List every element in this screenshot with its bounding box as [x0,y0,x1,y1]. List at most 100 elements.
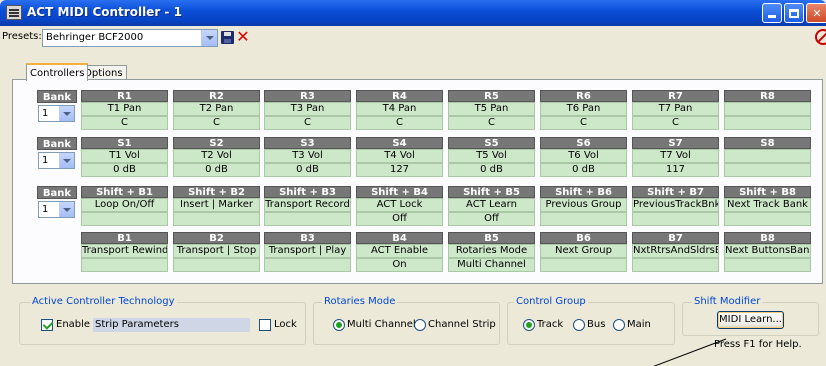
controller-cell[interactable]: B5 Rotaries Mode Multi Channel [448,232,535,272]
controller-cell[interactable]: S2 T2 Vol 0 dB [173,137,260,177]
enable-checkbox[interactable] [41,319,53,331]
controller-assignment[interactable]: T5 Vol [448,149,535,163]
midi-learn-button[interactable]: MIDI Learn... [717,311,784,329]
controller-assignment[interactable]: Loop On/Off [81,198,168,212]
controller-assignment[interactable] [724,102,811,116]
controller-assignment[interactable]: Transport | Play [264,244,351,258]
controller-assignment[interactable]: T6 Pan [540,102,627,116]
bus-radio[interactable] [573,319,585,331]
lock-checkbox[interactable] [259,319,271,331]
disable-icon[interactable] [815,29,826,45]
controller-cell[interactable]: S1 T1 Vol 0 dB [81,137,168,177]
controller-assignment[interactable]: T2 Vol [173,149,260,163]
controller-assignment[interactable]: T7 Vol [632,149,719,163]
controller-cell[interactable]: B7 NxtRtrsAndSldrsB [632,232,719,272]
bank-select[interactable]: 1 [38,152,75,169]
controller-assignment[interactable]: T5 Pan [448,102,535,116]
controller-cell[interactable]: B8 Next ButtonsBank [724,232,811,272]
controller-assignment[interactable]: T4 Pan [356,102,443,116]
controller-assignment[interactable]: Rotaries Mode [448,244,535,258]
controller-cell[interactable]: R5 T5 Pan C [448,90,535,130]
preset-select[interactable]: Behringer BCF2000 [42,29,218,47]
controller-cell[interactable]: Shift + B4 ACT Lock Off [356,186,443,226]
bank-2: Bank 1 [37,137,77,169]
controller-cell[interactable]: Shift + B3 Transport Record [264,186,351,226]
controller-assignment[interactable] [724,149,811,163]
controller-cell[interactable]: B6 Next Group [540,232,627,272]
chevron-down-icon[interactable] [59,106,74,121]
controller-assignment[interactable]: PreviousTrackBnk [632,198,719,212]
controller-name: S1 [81,137,168,149]
controller-cell[interactable]: Shift + B1 Loop On/Off [81,186,168,226]
controller-assignment[interactable]: T1 Pan [81,102,168,116]
controller-cell[interactable]: R4 T4 Pan C [356,90,443,130]
controller-assignment[interactable]: Transport Rewind [81,244,168,258]
controller-cell[interactable]: R3 T3 Pan C [264,90,351,130]
bank-select[interactable]: 1 [38,201,75,218]
controller-assignment[interactable]: Previous Group [540,198,627,212]
chevron-down-icon[interactable] [59,153,74,168]
controller-assignment[interactable]: T2 Pan [173,102,260,116]
controller-assignment[interactable]: T3 Vol [264,149,351,163]
controller-cell[interactable]: R2 T2 Pan C [173,90,260,130]
chevron-down-icon[interactable] [59,202,74,217]
controller-cell[interactable]: Shift + B7 PreviousTrackBnk [632,186,719,226]
controller-cell[interactable]: S3 T3 Vol 0 dB [264,137,351,177]
controller-cell[interactable]: R8 [724,90,811,130]
controller-cell[interactable]: B3 Transport | Play [264,232,351,272]
controller-name: R8 [724,90,811,102]
controller-assignment[interactable]: ACT Learn [448,198,535,212]
controller-cell[interactable]: B2 Transport | Stop [173,232,260,272]
controller-cell[interactable]: S6 T6 Vol 0 dB [540,137,627,177]
controller-cell[interactable]: B4 ACT Enable On [356,232,443,272]
title-bar[interactable]: ACT MIDI Controller - 1 ✕ [0,0,826,26]
channel-strip-radio[interactable] [414,319,426,331]
main-radio[interactable] [613,319,625,331]
tab-controllers[interactable]: Controllers [26,63,89,81]
controller-name: S3 [264,137,351,149]
controller-cell[interactable]: Shift + B5 ACT Learn Off [448,186,535,226]
bank-select[interactable]: 1 [38,105,75,122]
controller-assignment[interactable]: Insert | Marker [173,198,260,212]
strip-parameters-field[interactable]: Strip Parameters [93,318,250,332]
minimize-button[interactable] [762,3,782,23]
bank-1: Bank 1 [37,90,77,122]
controller-cell[interactable]: S8 [724,137,811,177]
controller-assignment[interactable]: Next Group [540,244,627,258]
controller-name: R4 [356,90,443,102]
controller-assignment[interactable]: ACT Enable [356,244,443,258]
controller-cell[interactable]: S4 T4 Vol 127 [356,137,443,177]
controller-assignment[interactable]: T3 Pan [264,102,351,116]
controller-cell[interactable]: R1 T1 Pan C [81,90,168,130]
multi-channel-radio[interactable] [333,319,345,331]
controller-assignment[interactable]: T1 Vol [81,149,168,163]
controller-name: B4 [356,232,443,244]
controller-cell[interactable]: R6 T6 Pan C [540,90,627,130]
controller-cell[interactable]: Shift + B6 Previous Group [540,186,627,226]
controller-cell[interactable]: S7 T7 Vol 117 [632,137,719,177]
controller-assignment[interactable]: T4 Vol [356,149,443,163]
controller-assignment[interactable]: Transport Record [264,198,351,212]
controller-assignment[interactable]: T6 Vol [540,149,627,163]
controller-assignment[interactable]: Transport | Stop [173,244,260,258]
delete-preset-icon[interactable]: ✕ [236,29,250,45]
controller-assignment[interactable]: T7 Pan [632,102,719,116]
controller-cell[interactable]: Shift + B8 Next Track Bank [724,186,811,226]
chevron-down-icon[interactable] [201,30,217,46]
controller-value [632,212,719,226]
controller-assignment[interactable]: ACT Lock [356,198,443,212]
controller-assignment[interactable]: NxtRtrsAndSldrsB [632,244,719,258]
controller-name: B3 [264,232,351,244]
controller-assignment[interactable]: Next Track Bank [724,198,811,212]
controller-cell[interactable]: S5 T5 Vol 0 dB [448,137,535,177]
controller-value: 0 dB [540,163,627,177]
controller-cell[interactable]: R7 T7 Pan C [632,90,719,130]
track-radio[interactable] [523,319,535,331]
maximize-button[interactable] [784,3,804,23]
controller-cell[interactable]: B1 Transport Rewind [81,232,168,272]
save-preset-icon[interactable] [221,31,234,44]
controller-assignment[interactable]: Next ButtonsBank [724,244,811,258]
controller-cell[interactable]: Shift + B2 Insert | Marker [173,186,260,226]
controller-value: C [540,116,627,130]
close-button[interactable]: ✕ [806,3,826,23]
